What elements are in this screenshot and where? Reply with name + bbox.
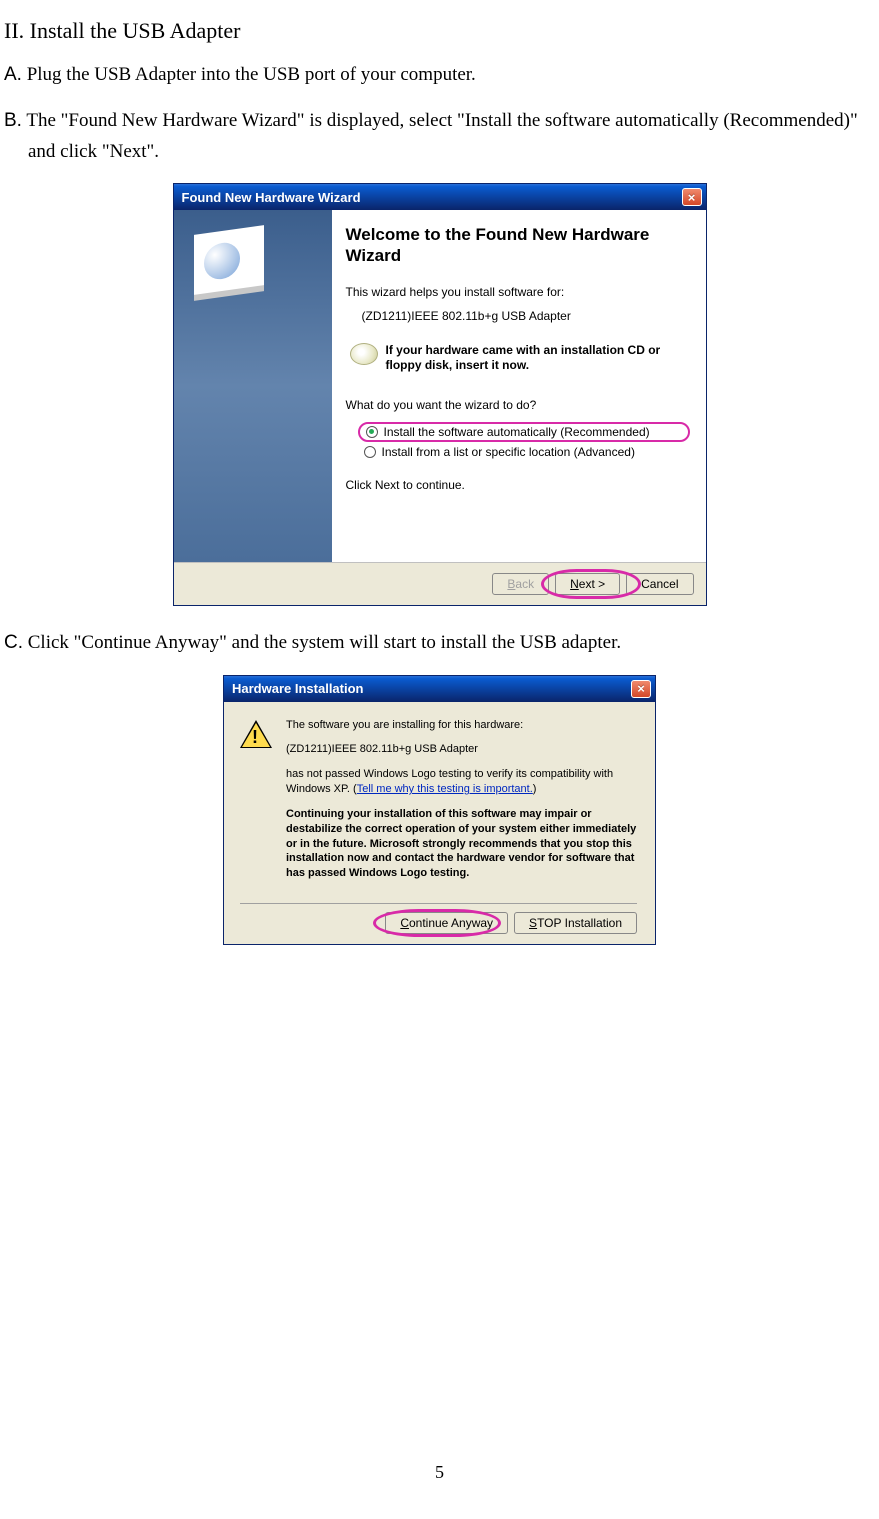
titlebar-text: Found New Hardware Wizard bbox=[182, 190, 361, 205]
step-b-text: The "Found New Hardware Wizard" is displ… bbox=[26, 110, 857, 161]
radio-auto-install-label: Install the software automatically (Reco… bbox=[384, 425, 650, 439]
radio-specific-location-label: Install from a list or specific location… bbox=[382, 445, 635, 459]
continue-anyway-button[interactable]: Continue Anyway bbox=[385, 912, 508, 934]
step-a-letter: A. bbox=[4, 64, 22, 85]
page-number: 5 bbox=[0, 1462, 879, 1483]
step-c-letter: C. bbox=[4, 632, 23, 653]
step-b: B. The "Found New Hardware Wizard" is di… bbox=[4, 106, 875, 167]
hardware-installation-dialog: Hardware Installation × ! The software y… bbox=[223, 675, 656, 946]
wizard-sidebar-graphic bbox=[174, 210, 332, 562]
radio-on-icon bbox=[366, 426, 378, 438]
install-warning: Continuing your installation of this sof… bbox=[286, 807, 637, 881]
step-c: C. Click "Continue Anyway" and the syste… bbox=[4, 628, 875, 658]
step-a-text: Plug the USB Adapter into the USB port o… bbox=[27, 64, 476, 85]
click-next-hint: Click Next to continue. bbox=[346, 478, 690, 492]
cd-icon bbox=[350, 343, 378, 365]
stop-installation-button[interactable]: STOP Installation bbox=[514, 912, 637, 934]
wizard-device: (ZD1211)IEEE 802.11b+g USB Adapter bbox=[362, 309, 690, 323]
titlebar: Found New Hardware Wizard × bbox=[174, 184, 706, 210]
wizard-intro: This wizard helps you install software f… bbox=[346, 285, 690, 299]
hardware-icon bbox=[194, 225, 264, 295]
warning-icon: ! bbox=[240, 720, 272, 748]
step-b-letter: B. bbox=[4, 110, 22, 131]
back-button: Back bbox=[492, 573, 549, 595]
wizard-heading: Welcome to the Found New Hardware Wizard bbox=[346, 224, 690, 267]
titlebar: Hardware Installation × bbox=[224, 676, 655, 702]
cancel-button[interactable]: Cancel bbox=[626, 573, 693, 595]
found-new-hardware-wizard-dialog: Found New Hardware Wizard × Welcome to t… bbox=[173, 183, 707, 606]
step-c-text: Click "Continue Anyway" and the system w… bbox=[28, 632, 621, 653]
next-button[interactable]: Next > bbox=[555, 573, 620, 595]
separator bbox=[240, 903, 637, 904]
radio-off-icon bbox=[364, 446, 376, 458]
radio-auto-install[interactable]: Install the software automatically (Reco… bbox=[358, 422, 690, 442]
section-title: II. Install the USB Adapter bbox=[4, 18, 875, 44]
cd-note: If your hardware came with an installati… bbox=[386, 343, 690, 374]
close-icon[interactable]: × bbox=[631, 680, 651, 698]
install-device: (ZD1211)IEEE 802.11b+g USB Adapter bbox=[286, 742, 637, 757]
install-line1: The software you are installing for this… bbox=[286, 718, 637, 733]
install-logo-test: has not passed Windows Logo testing to v… bbox=[286, 767, 637, 797]
close-icon[interactable]: × bbox=[682, 188, 702, 206]
titlebar-text: Hardware Installation bbox=[232, 681, 363, 696]
logo-test-link[interactable]: Tell me why this testing is important. bbox=[357, 783, 533, 795]
wizard-question: What do you want the wizard to do? bbox=[346, 398, 690, 412]
radio-specific-location[interactable]: Install from a list or specific location… bbox=[358, 444, 690, 460]
step-a: A. Plug the USB Adapter into the USB por… bbox=[4, 60, 875, 90]
